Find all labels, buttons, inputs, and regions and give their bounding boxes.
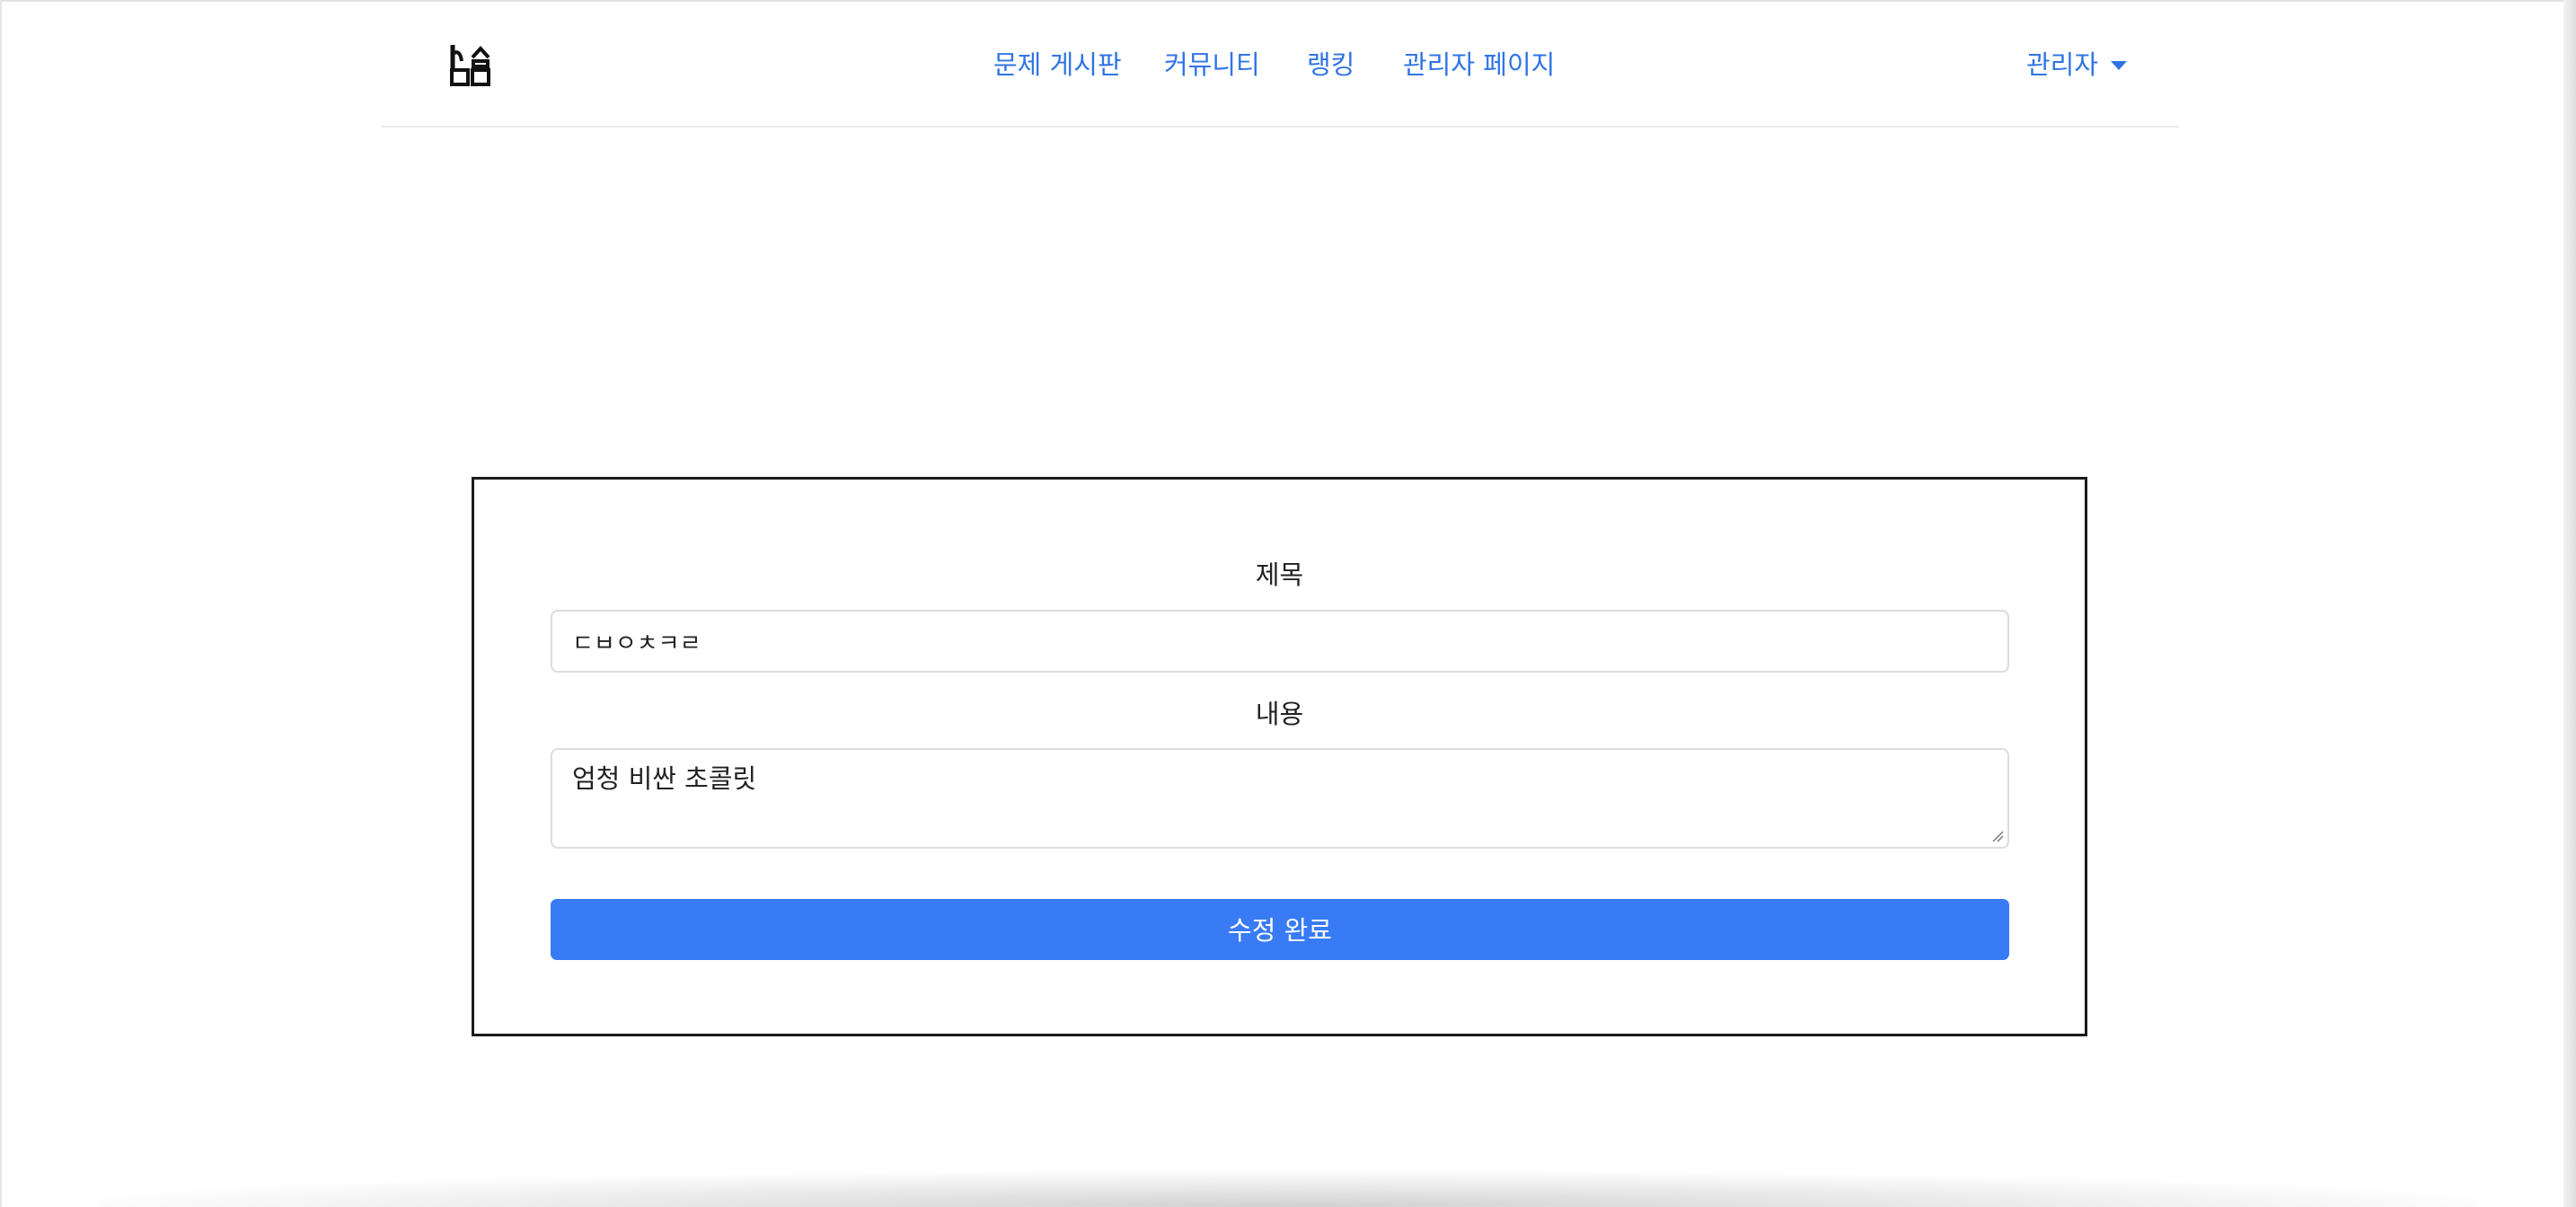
- content-field-wrapper: 엄청 비싼 초콜릿: [474, 748, 2085, 849]
- content-label: 내용: [1255, 699, 1304, 729]
- page: 문제 게시판 커뮤니티 랭킹 관리자 페이지 관리자 제목 내용 엄청 비싼 초…: [0, 0, 2576, 1207]
- bottom-shadow: [99, 1171, 2477, 1207]
- save-edit-button[interactable]: 수정 완료: [551, 899, 2009, 960]
- navbar: 문제 게시판 커뮤니티 랭킹 관리자 페이지 관리자: [381, 2, 2179, 128]
- content-textarea[interactable]: 엄청 비싼 초콜릿: [551, 748, 2009, 849]
- nav-link-admin-page[interactable]: 관리자 페이지: [1403, 47, 1555, 83]
- edit-post-form: 제목 내용 엄청 비싼 초콜릿 수정 완료: [472, 477, 2087, 1036]
- nav-links: 문제 게시판 커뮤니티 랭킹 관리자 페이지: [381, 2, 2179, 126]
- window-left-edge: [0, 0, 2, 1207]
- title-input[interactable]: [551, 610, 2009, 673]
- resize-handle-icon[interactable]: [1989, 828, 2004, 842]
- caret-down-icon: [2111, 61, 2127, 70]
- user-dropdown-label: 관리자: [2025, 49, 2098, 80]
- nav-link-problem-board[interactable]: 문제 게시판: [993, 47, 1122, 83]
- title-label: 제목: [1255, 559, 1304, 590]
- vertical-scrollbar[interactable]: [2563, 0, 2576, 1207]
- nav-link-ranking[interactable]: 랭킹: [1307, 47, 1354, 83]
- user-dropdown[interactable]: 관리자: [2026, 47, 2127, 83]
- nav-link-community[interactable]: 커뮤니티: [1164, 47, 1260, 83]
